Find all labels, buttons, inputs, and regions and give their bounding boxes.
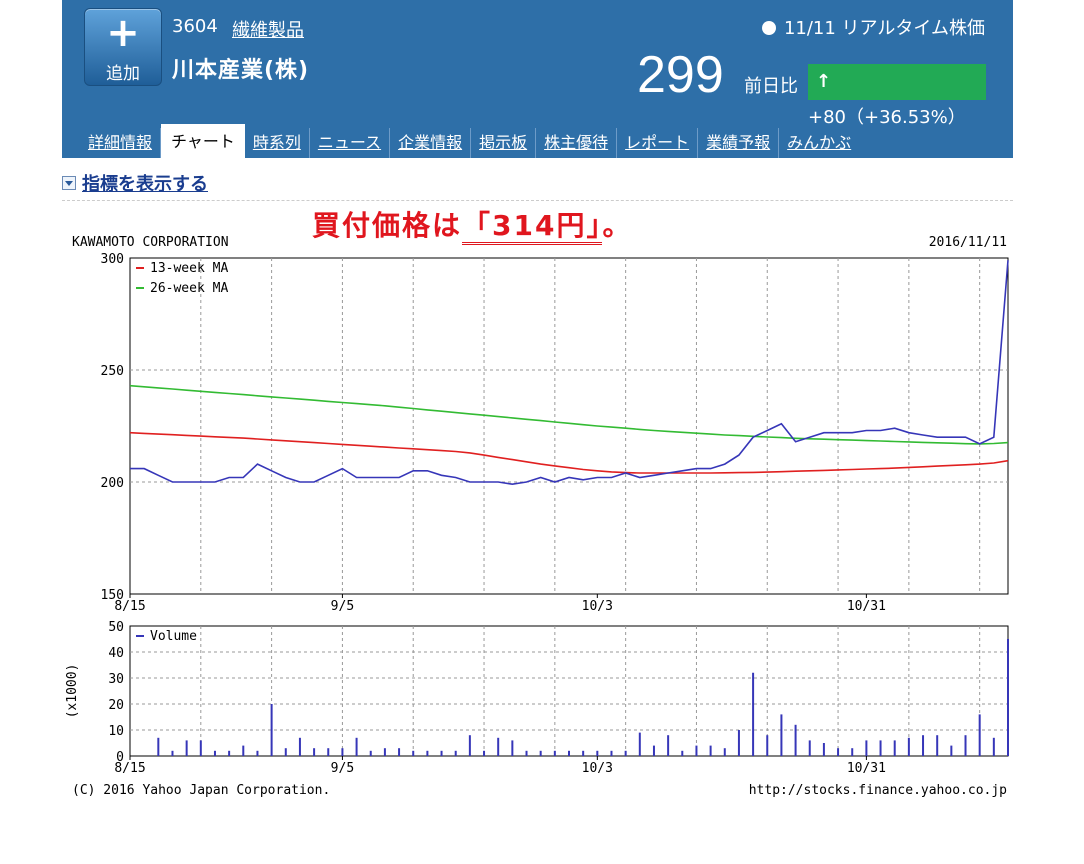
copyright-text: (C) 2016 Yahoo Japan Corporation. <box>72 783 330 798</box>
volume-plot-frame <box>129 625 1009 757</box>
volume-y-tick-label: 50 <box>108 620 124 635</box>
volume-y-tick-label: 40 <box>108 646 124 661</box>
tab-report[interactable]: レポート <box>617 128 699 158</box>
tab-minkabu[interactable]: みんかぶ <box>779 128 859 158</box>
prev-day-label: 前日比 <box>744 76 798 97</box>
volume-x-tick-label: 10/31 <box>847 761 886 776</box>
stock-header: + 追加 3604 繊維製品 川本産業(株) 11/11 リアルタイム株価 29… <box>62 0 1013 158</box>
company-name: 川本産業(株) <box>172 58 310 83</box>
expand-icon <box>62 176 76 190</box>
tab-timeseries[interactable]: 時系列 <box>245 128 310 158</box>
tab-forecast[interactable]: 業績予報 <box>698 128 780 158</box>
tab-benefits[interactable]: 株主優待 <box>536 128 618 158</box>
realtime-label: 11/11 リアルタイム株価 <box>761 14 985 40</box>
volume-x-tick-label: 8/15 <box>114 761 145 776</box>
current-price: 299 <box>637 46 724 104</box>
tab-news[interactable]: ニュース <box>310 128 391 158</box>
volume-y-tick-label: 10 <box>108 724 124 739</box>
volume-x-tick-label: 10/3 <box>582 761 613 776</box>
price-plot-frame <box>129 257 1009 595</box>
realtime-text: 11/11 リアルタイム株価 <box>783 18 985 39</box>
volume-x-tick-label: 9/5 <box>331 761 354 776</box>
tab-chart[interactable]: チャート <box>161 124 245 158</box>
price-x-tick-label: 9/5 <box>331 599 354 614</box>
price-x-tick-label: 8/15 <box>114 599 145 614</box>
tab-board[interactable]: 掲示板 <box>471 128 537 158</box>
divider <box>62 200 1013 201</box>
price-x-tick-label: 10/31 <box>847 599 886 614</box>
stock-code: 3604 <box>172 16 218 37</box>
chart-date: 2016/11/11 <box>929 235 1007 250</box>
sector-link[interactable]: 繊維製品 <box>232 16 304 42</box>
volume-panel: 01020304050(x1000)8/15 9/5 10/3 10/31Volume <box>65 620 1009 776</box>
tab-bar: 詳細情報 チャート 時系列 ニュース 企業情報 掲示板 株主優待 レポート 業績… <box>80 124 859 158</box>
show-indicators-label: 指標を表示する <box>82 174 208 195</box>
price-change-badge: ↑+80（+36.53%） <box>808 64 986 128</box>
price-y-tick-label: 200 <box>101 476 124 491</box>
price-y-tick-label: 250 <box>101 364 124 379</box>
legend-label: 13-week MA <box>150 261 228 276</box>
show-indicators-link[interactable]: 指標を表示する <box>62 170 208 196</box>
tab-detail[interactable]: 詳細情報 <box>80 128 162 158</box>
stock-chart: KAWAMOTO CORPORATION 2016/11/11 15020025… <box>65 235 1009 798</box>
add-watchlist-button[interactable]: + 追加 <box>84 8 162 86</box>
volume-y-tick-label: 30 <box>108 672 124 687</box>
legend-label: Volume <box>150 629 197 644</box>
tab-company[interactable]: 企業情報 <box>390 128 472 158</box>
price-x-tick-label: 10/3 <box>582 599 613 614</box>
source-url: http://stocks.finance.yahoo.co.jp <box>749 783 1007 798</box>
clock-icon <box>761 21 776 35</box>
up-arrow-icon: ↑ <box>816 71 832 92</box>
volume-y-axis-label: (x1000) <box>65 664 80 719</box>
legend-label: 26-week MA <box>150 281 228 296</box>
plus-icon: + <box>106 10 140 56</box>
price-y-tick-label: 300 <box>101 252 124 267</box>
add-label: 追加 <box>106 64 140 84</box>
chart-title: KAWAMOTO CORPORATION <box>72 235 229 250</box>
volume-y-tick-label: 20 <box>108 698 124 713</box>
price-panel: 1502002503008/15 9/5 10/3 10/3113-week MA26… <box>101 252 1009 614</box>
